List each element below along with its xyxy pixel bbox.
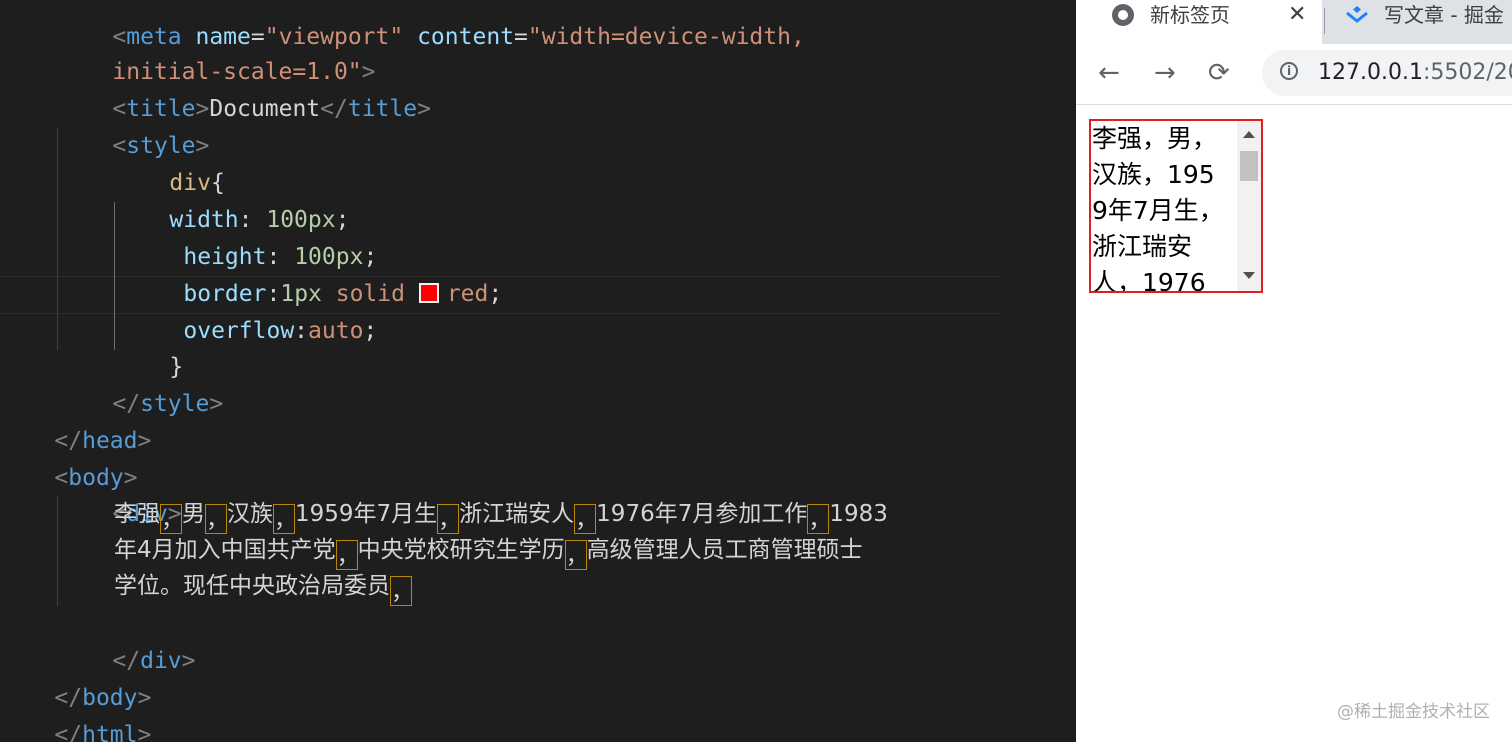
token: ; (363, 318, 378, 344)
token: html (82, 722, 138, 742)
token: content (403, 24, 515, 50)
full-width-char-highlight: ， (564, 540, 589, 570)
text-segment: 年4月加入中国共产党 (114, 537, 336, 563)
chrome-icon (1112, 4, 1134, 26)
tab-divider (1324, 8, 1325, 34)
color-swatch-icon[interactable] (418, 283, 439, 303)
code-line-width[interactable]: width: 100px; (114, 165, 349, 233)
code-line-border[interactable]: border:1px solid red; (128, 239, 502, 307)
tab-bar: 新标签页 ✕ 写文章 - 掘金 (1076, 0, 1512, 44)
code-line-div-open[interactable]: <div> (57, 459, 181, 527)
text-segment: 中央党校研究生学历 (357, 537, 565, 563)
token: ; (488, 281, 503, 307)
full-width-char-highlight: ， (273, 504, 297, 534)
juejin-logo-icon (1346, 6, 1368, 23)
token: title (347, 96, 418, 122)
text-segment: 1976年7月参加工作 (596, 501, 808, 527)
full-width-char-highlight: ， (437, 504, 461, 534)
token: Document (209, 96, 321, 122)
token: > (417, 96, 431, 122)
code-line-meta-cont[interactable]: initial-scale=1.0"> (57, 17, 375, 85)
text-segment: 男 (182, 501, 205, 527)
token: red (446, 281, 489, 307)
code-line-body-close[interactable]: </body> (0, 643, 151, 711)
forward-arrow-icon[interactable]: → (1154, 58, 1176, 88)
full-width-char-highlight: ， (205, 504, 229, 534)
token: </ (320, 96, 348, 122)
overflow-demo-div[interactable]: 李强，男，汉族，1959年7月生，浙江瑞安人，1976年7月参加工作，1983年… (1089, 119, 1263, 293)
scroll-thumb[interactable] (1240, 151, 1258, 181)
full-width-char-highlight: ， (390, 576, 414, 606)
site-info-icon[interactable]: i (1280, 62, 1298, 80)
code-line-head-close[interactable]: </head> (0, 386, 151, 454)
page-viewport: 李强，男，汉族，1959年7月生，浙江瑞安人，1976年7月参加工作，1983年… (1076, 105, 1512, 742)
code-line-body-open[interactable]: <body> (0, 423, 137, 491)
text-segment: 汉族 (227, 501, 273, 527)
code-text-content-2[interactable]: 年4月加入中国共产党，中央党校研究生学历，高级管理人员工商管理硕士 (114, 532, 863, 570)
vertical-scrollbar[interactable] (1237, 121, 1261, 291)
tab-juejin-title[interactable]: 写文章 - 掘金 (1384, 0, 1504, 30)
code-line-overflow[interactable]: overflow:auto; (128, 276, 377, 344)
code-editor[interactable]: <meta name="viewport" content="width=dev… (0, 0, 1076, 742)
token: > (181, 648, 196, 674)
text-segment: 浙江瑞安人 (459, 501, 575, 527)
full-width-char-highlight: ， (574, 504, 598, 534)
code-line-div-close[interactable]: </div> (57, 606, 195, 674)
url-path: :5502/20 (1422, 60, 1512, 85)
code-line-close-brace[interactable]: } (114, 312, 183, 380)
code-line-html-close[interactable]: </html> (0, 680, 151, 742)
code-line-selector[interactable]: div{ (114, 128, 224, 196)
watermark: @稀土掘金技术社区 (1337, 702, 1490, 722)
back-arrow-icon[interactable]: ← (1098, 58, 1120, 88)
code-line-style-open[interactable]: <style> (57, 91, 209, 159)
demo-div-text: 李强，男，汉族，1959年7月生，浙江瑞安人，1976年7月参加工作，1983年… (1092, 124, 1224, 293)
token: > (137, 428, 152, 454)
token: auto (308, 318, 364, 344)
browser-toolbar: ← → ⟳ i 127.0.0.1:5502/20 (1076, 44, 1512, 105)
token: : (294, 318, 309, 344)
code-line-style-close[interactable]: </style> (57, 349, 223, 417)
token: > (209, 391, 224, 417)
token: "width=device-width, (527, 24, 805, 50)
text-segment: 高级管理人员工商管理硕士 (586, 537, 863, 563)
scroll-up-arrow-icon[interactable] (1243, 131, 1255, 138)
tab-title: 新标签页 (1150, 3, 1230, 27)
scroll-down-arrow-icon[interactable] (1243, 272, 1255, 279)
text-segment: 学位。现任中央政治局委员 (114, 573, 390, 599)
text-segment: 1983 (829, 501, 888, 527)
code-line-title[interactable]: <title>Document</title> (57, 54, 431, 122)
token: </ (54, 722, 83, 742)
full-width-char-highlight: ， (160, 504, 184, 534)
reload-icon[interactable]: ⟳ (1208, 58, 1230, 88)
url-host: 127.0.0.1 (1318, 60, 1423, 85)
token: > (137, 722, 152, 742)
close-icon[interactable]: ✕ (1288, 0, 1306, 30)
full-width-char-highlight: ， (335, 540, 360, 570)
address-bar[interactable]: i 127.0.0.1:5502/20 (1262, 50, 1512, 96)
code-line-height[interactable]: height: 100px; (128, 202, 377, 270)
code-text-content-1[interactable]: 李强，男，汉族，1959年7月生，浙江瑞安人，1976年7月参加工作，1983 (114, 496, 888, 534)
text-segment: 李强 (114, 501, 160, 527)
tab-new-tab[interactable]: 新标签页 ✕ (1076, 0, 1322, 44)
token: = (514, 24, 528, 50)
browser-window: 新标签页 ✕ 写文章 - 掘金 ← → ⟳ i 127.0.0.1:5502/2… (1076, 0, 1512, 742)
text-segment: 1959年7月生 (295, 501, 438, 527)
full-width-char-highlight: ， (807, 504, 831, 534)
url-text: 127.0.0.1:5502/20 (1318, 50, 1512, 96)
code-text-content-3[interactable]: 学位。现任中央政治局委员， (114, 568, 414, 606)
token: overflow (183, 318, 295, 344)
